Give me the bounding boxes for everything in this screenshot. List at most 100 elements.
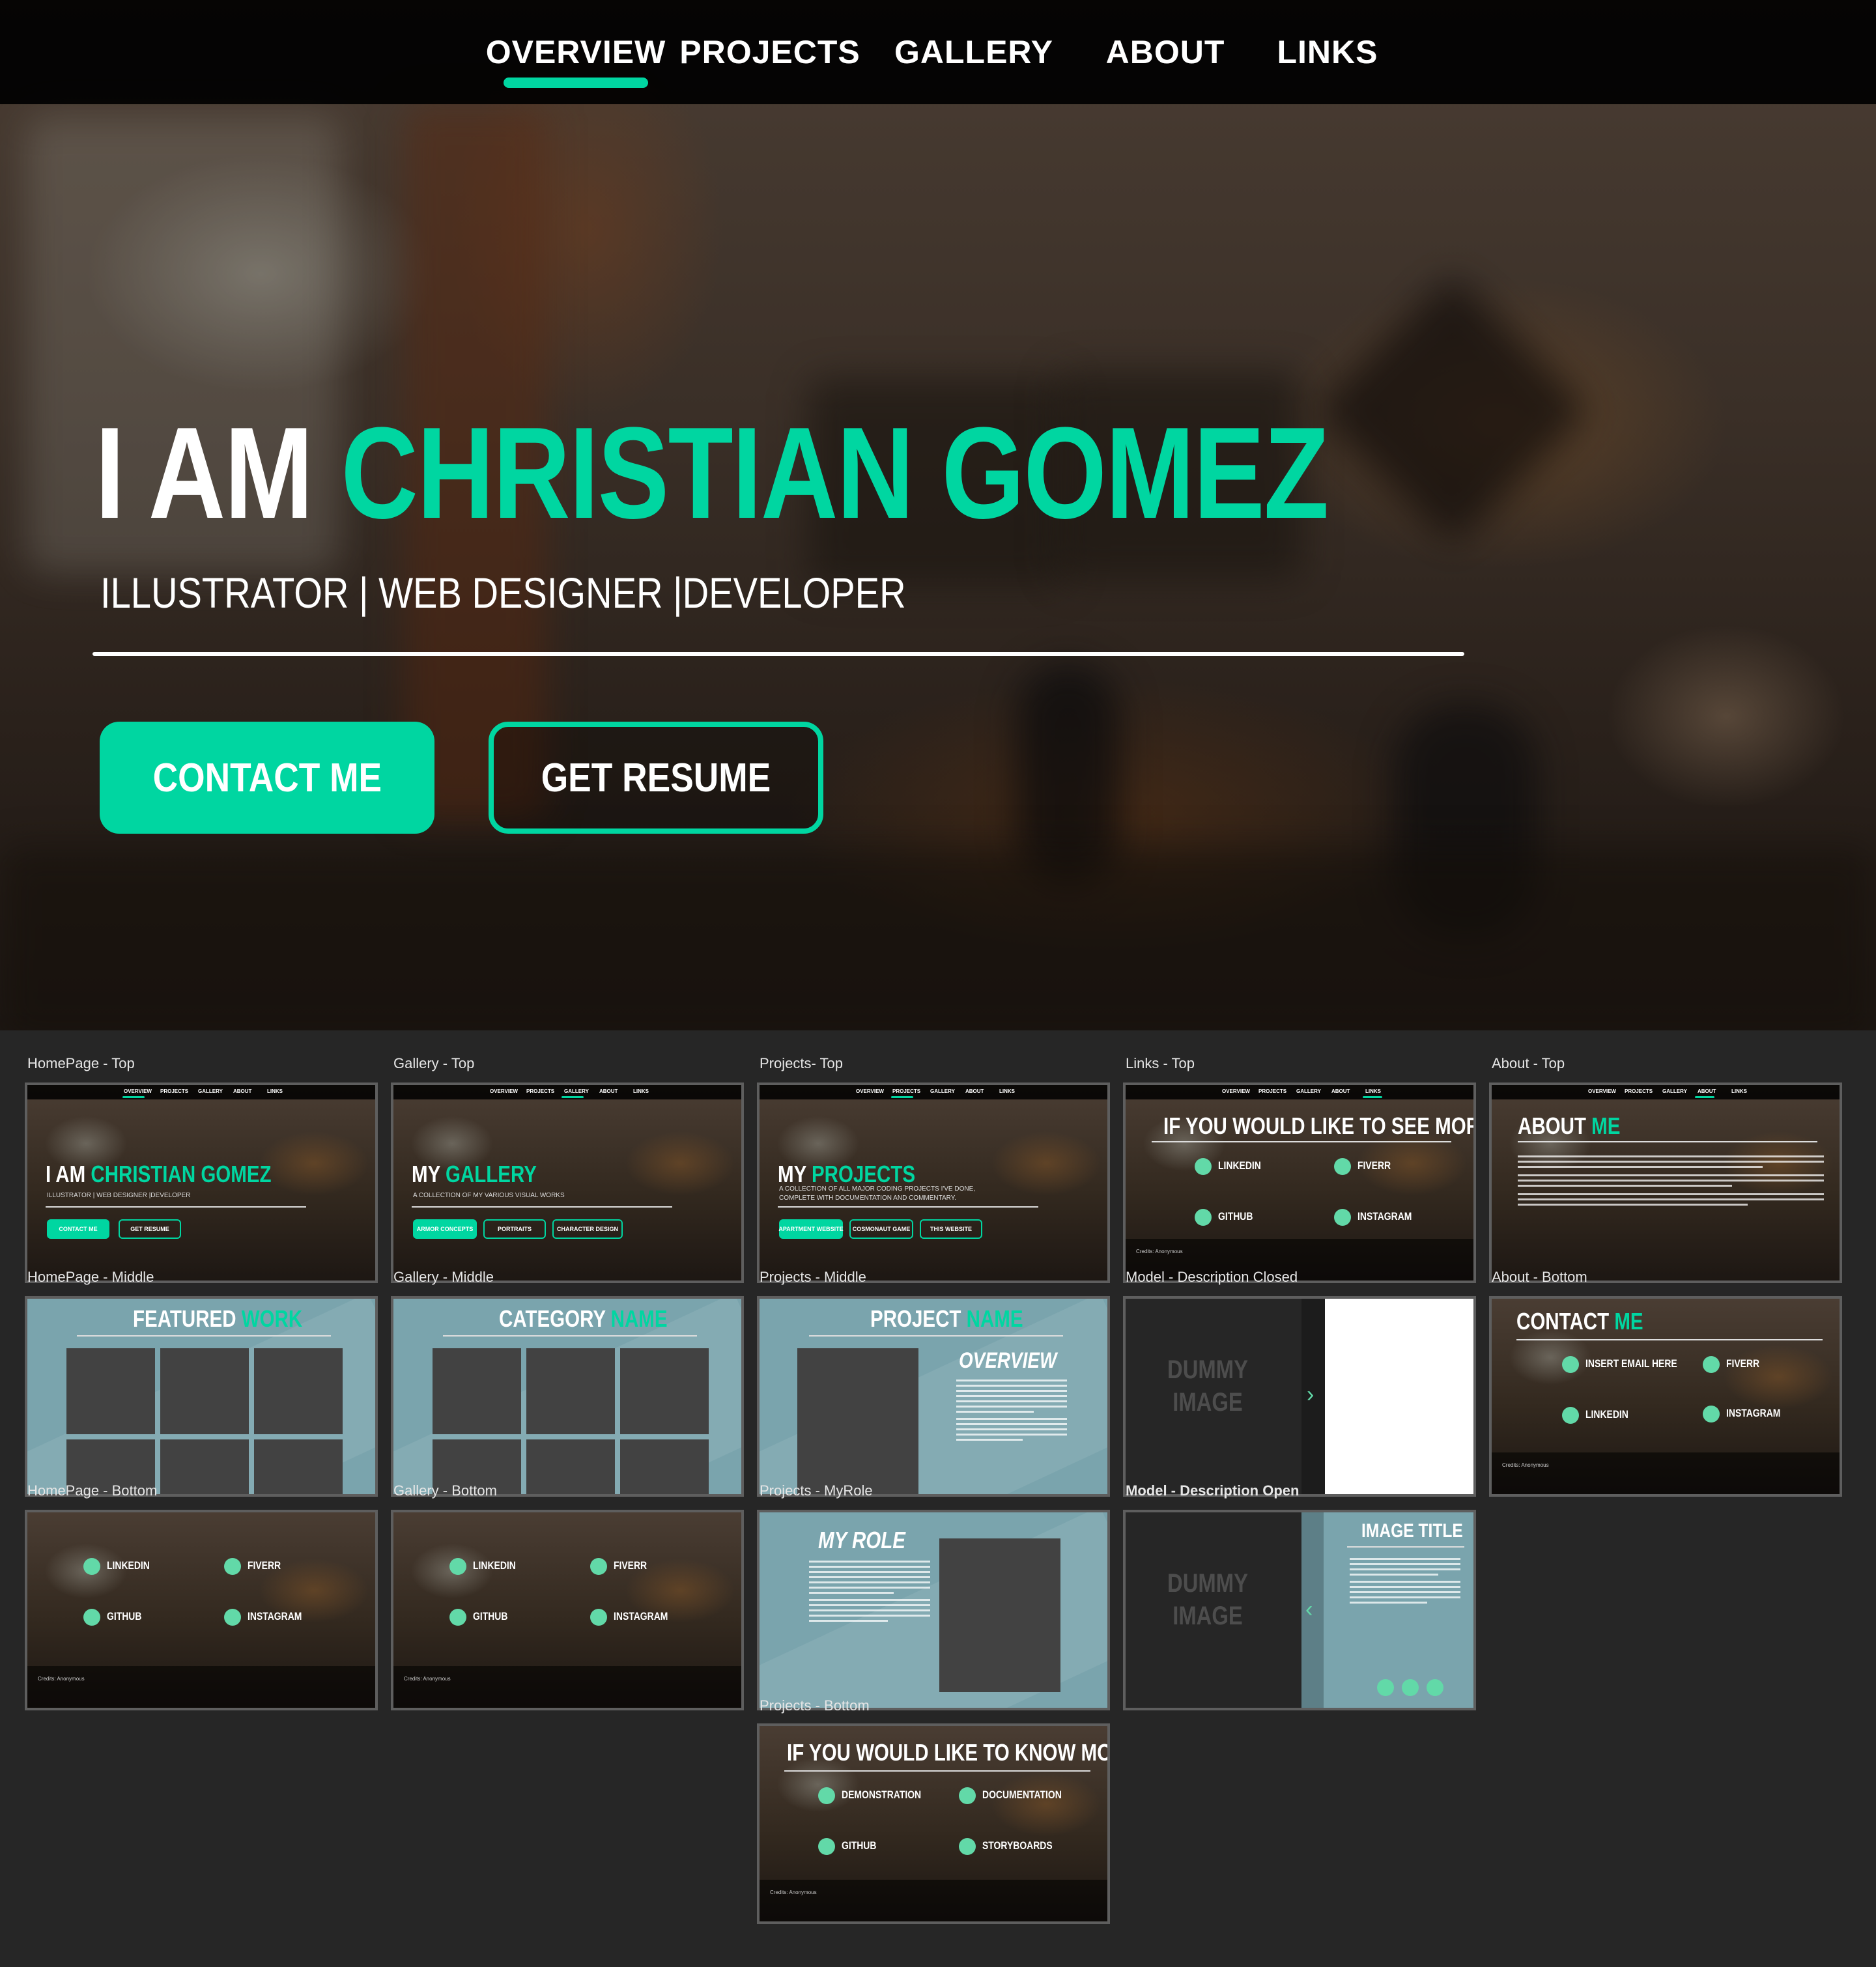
artboard-homepage-bottom[interactable]: LINKEDIN FIVERR GITHUB INSTAGRAM Credits…	[25, 1510, 378, 1710]
mini-nav-item: GALLERY	[930, 1088, 955, 1094]
mini-title-prefix: MY	[778, 1161, 812, 1187]
chevron-left-icon[interactable]: ‹	[1305, 1597, 1313, 1622]
mini-footer	[760, 1880, 1107, 1921]
carousel-dot-icon[interactable]	[1402, 1679, 1419, 1696]
mini-project-button: COSMONAUT GAME	[849, 1219, 913, 1239]
white-panel	[1325, 1299, 1473, 1494]
mini-nav-indicator	[1363, 1096, 1382, 1098]
mini-project-button: APARTMENT WEBSITE	[778, 1219, 844, 1239]
top-navigation: OVERVIEW PROJECTS GALLERY ABOUT LINKS	[0, 0, 1876, 104]
artboard-model-closed[interactable]: DUMMY IMAGE ›	[1123, 1296, 1476, 1497]
artboard-label: Gallery - Bottom	[393, 1482, 497, 1499]
artboard-label: About - Bottom	[1492, 1269, 1587, 1285]
mini-title: MY GALLERY	[412, 1161, 537, 1188]
artboard-projects-myrole[interactable]: MY ROLE	[757, 1510, 1110, 1710]
get-resume-button[interactable]: GET RESUME	[489, 722, 823, 834]
link-label: FIVERR	[1726, 1357, 1760, 1370]
nav-about[interactable]: ABOUT	[1106, 26, 1225, 78]
mini-subtitle: ILLUSTRATOR | WEB DESIGNER |DEVELOPER	[47, 1192, 191, 1199]
link-label: DEMONSTRATION	[842, 1789, 922, 1801]
link-dot-icon	[1703, 1406, 1720, 1422]
link-label: LINKEDIN	[1218, 1159, 1261, 1172]
artboard-homepage-middle[interactable]: FEATURED WORK	[25, 1296, 378, 1497]
link-dot-icon	[959, 1838, 976, 1855]
mini-nav-item: LINKS	[1365, 1088, 1381, 1094]
about-paragraph	[1518, 1155, 1824, 1209]
artboard-homepage-top[interactable]: OVERVIEW PROJECTS GALLERY ABOUT LINKS I …	[25, 1083, 378, 1283]
artboard-projects-bottom[interactable]: IF YOU WOULD LIKE TO KNOW MORE DEMONSTRA…	[757, 1723, 1110, 1924]
artboard-label: HomePage - Middle	[27, 1269, 154, 1285]
credit-text: Credits: Anonymous	[404, 1676, 451, 1682]
link-label: STORYBOARDS	[982, 1839, 1053, 1852]
mini-divider	[412, 1206, 672, 1208]
carousel-dot-icon[interactable]	[1427, 1679, 1443, 1696]
artboard-about-bottom[interactable]: CONTACT ME INSERT EMAIL HERE FIVERR LINK…	[1489, 1296, 1842, 1497]
link-dot-icon	[224, 1558, 241, 1575]
chevron-right-icon[interactable]: ›	[1307, 1382, 1314, 1408]
featured-tile	[160, 1439, 249, 1494]
artboard-projects-middle[interactable]: PROJECT NAME OVERVIEW	[757, 1296, 1110, 1497]
mini-nav-indicator	[1695, 1096, 1714, 1098]
mini-nav-item: PROJECTS	[1258, 1088, 1287, 1094]
artboard-label: Model - Description Open	[1126, 1482, 1300, 1499]
contact-me-button[interactable]: CONTACT ME	[100, 722, 434, 834]
hero-title-name: CHRISTIAN GOMEZ	[341, 401, 1329, 546]
link-label: GITHUB	[1218, 1210, 1253, 1223]
mini-title-accent: NAME	[610, 1305, 668, 1332]
mini-nav-item: OVERVIEW	[856, 1088, 884, 1094]
link-dot-icon	[818, 1838, 835, 1855]
mini-divider	[1516, 1339, 1823, 1340]
artboard-links-top[interactable]: OVERVIEW PROJECTS GALLERY ABOUT LINKS IF…	[1123, 1083, 1476, 1283]
gallery-tile	[526, 1348, 615, 1434]
carousel-dot-icon[interactable]	[1377, 1679, 1394, 1696]
mini-title: I AM CHRISTIAN GOMEZ	[46, 1161, 272, 1188]
mini-nav-item: ABOUT	[1331, 1088, 1350, 1094]
gallery-tile	[526, 1439, 615, 1494]
mini-nav-item: GALLERY	[564, 1088, 589, 1094]
mini-divider	[1152, 1141, 1451, 1142]
link-dot-icon	[1195, 1158, 1212, 1175]
mini-title-accent: ME	[1591, 1112, 1621, 1139]
nav-projects[interactable]: PROJECTS	[679, 26, 860, 78]
artboard-model-open[interactable]: DUMMY IMAGE ‹ IMAGE TITLE	[1123, 1510, 1476, 1710]
artboard-about-top[interactable]: OVERVIEW PROJECTS GALLERY ABOUT LINKS AB…	[1489, 1083, 1842, 1283]
mini-title: MY PROJECTS	[778, 1161, 915, 1188]
link-label: FIVERR	[1357, 1159, 1391, 1172]
nav-active-indicator	[504, 78, 648, 88]
featured-tile	[160, 1348, 249, 1434]
link-dot-icon	[1334, 1158, 1351, 1175]
mini-nav-indicator	[891, 1096, 913, 1098]
mini-title: IF YOU WOULD LIKE TO SEE MORE	[1163, 1112, 1476, 1139]
mini-nav-item: LINKS	[633, 1088, 649, 1094]
mini-contact-button: CONTACT ME	[47, 1219, 109, 1239]
get-resume-label: GET RESUME	[541, 755, 771, 800]
email-dot-icon	[1562, 1356, 1579, 1373]
dummy-image-text: DUMMY IMAGE	[1167, 1355, 1248, 1417]
overview-paragraph	[956, 1380, 1067, 1444]
artboard-label: Projects - MyRole	[760, 1482, 873, 1499]
mini-navigation: OVERVIEW PROJECTS GALLERY ABOUT LINKS	[760, 1085, 1107, 1099]
artboard-gallery-bottom[interactable]: LINKEDIN FIVERR GITHUB INSTAGRAM Credits…	[391, 1510, 744, 1710]
nav-links[interactable]: LINKS	[1277, 26, 1378, 78]
artboard-projects-top[interactable]: OVERVIEW PROJECTS GALLERY ABOUT LINKS MY…	[757, 1083, 1110, 1283]
mini-subtitle: A COLLECTION OF ALL MAJOR CODING PROJECT…	[779, 1185, 976, 1193]
mini-nav-item: ABOUT	[233, 1088, 252, 1094]
gallery-tile	[433, 1348, 521, 1434]
artboard-label: Gallery - Top	[393, 1055, 475, 1071]
link-dot-icon	[83, 1558, 100, 1575]
artboard-gallery-middle[interactable]: CATEGORY NAME	[391, 1296, 744, 1497]
credit-text: Credits: Anonymous	[38, 1676, 85, 1682]
link-dot-icon	[959, 1787, 976, 1804]
dummy-image-text: DUMMY IMAGE	[1167, 1569, 1248, 1630]
mini-nav-indicator	[122, 1096, 145, 1098]
artboard-label: HomePage - Bottom	[27, 1482, 158, 1499]
artboard-label: Links - Top	[1126, 1055, 1195, 1071]
link-dot-icon	[590, 1558, 607, 1575]
artboard-gallery-top[interactable]: OVERVIEW PROJECTS GALLERY ABOUT LINKS MY…	[391, 1083, 744, 1283]
hero-section: OVERVIEW PROJECTS GALLERY ABOUT LINKS I …	[0, 0, 1876, 1030]
link-dot-icon	[1703, 1356, 1720, 1373]
credit-text: Credits: Anonymous	[1136, 1249, 1183, 1254]
nav-gallery[interactable]: GALLERY	[894, 26, 1053, 78]
nav-overview[interactable]: OVERVIEW	[486, 26, 666, 78]
mini-title-accent: ME	[1614, 1308, 1643, 1335]
